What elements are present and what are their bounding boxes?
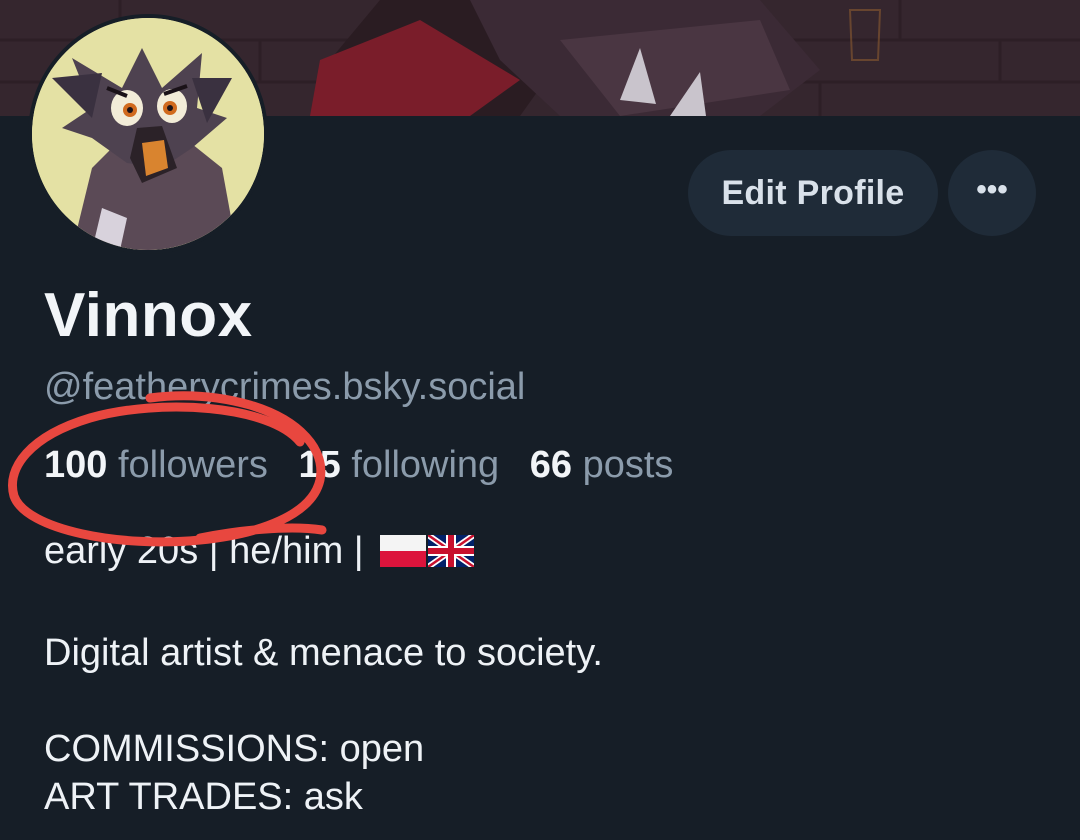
- bio-line-1-text: early 20s | he/him |: [44, 530, 364, 572]
- avatar[interactable]: [28, 14, 268, 254]
- bio-line-4: ART TRADES: ask: [44, 776, 363, 818]
- uk-flag-icon: [428, 535, 475, 567]
- display-name: Vinnox: [44, 281, 253, 350]
- more-dots-icon: •••: [976, 173, 1008, 206]
- profile-stats: 100 followers 15 following 66 posts: [44, 444, 693, 487]
- posts-label: posts: [582, 444, 674, 486]
- edit-profile-button[interactable]: Edit Profile: [688, 150, 938, 236]
- following-count: 15: [298, 444, 341, 486]
- followers-count: 100: [44, 444, 108, 486]
- bio-line-1: early 20s | he/him |: [44, 530, 475, 573]
- bio-line-3: COMMISSIONS: open: [44, 728, 425, 770]
- poland-flag-icon: [380, 535, 427, 567]
- followers-link[interactable]: 100 followers: [44, 444, 268, 486]
- profile-page: Edit Profile ••• Vinnox @featherycrimes.…: [0, 0, 1080, 840]
- more-options-button[interactable]: •••: [948, 150, 1036, 236]
- avatar-artwork: [32, 18, 264, 250]
- handle: @featherycrimes.bsky.social: [44, 366, 526, 408]
- posts-count: 66: [529, 444, 573, 486]
- following-label: following: [351, 444, 500, 486]
- posts-stat: 66 posts: [530, 444, 674, 486]
- bio-line-2: Digital artist & menace to society.: [44, 632, 603, 674]
- following-link[interactable]: 15 following: [298, 444, 499, 486]
- followers-label: followers: [117, 444, 268, 486]
